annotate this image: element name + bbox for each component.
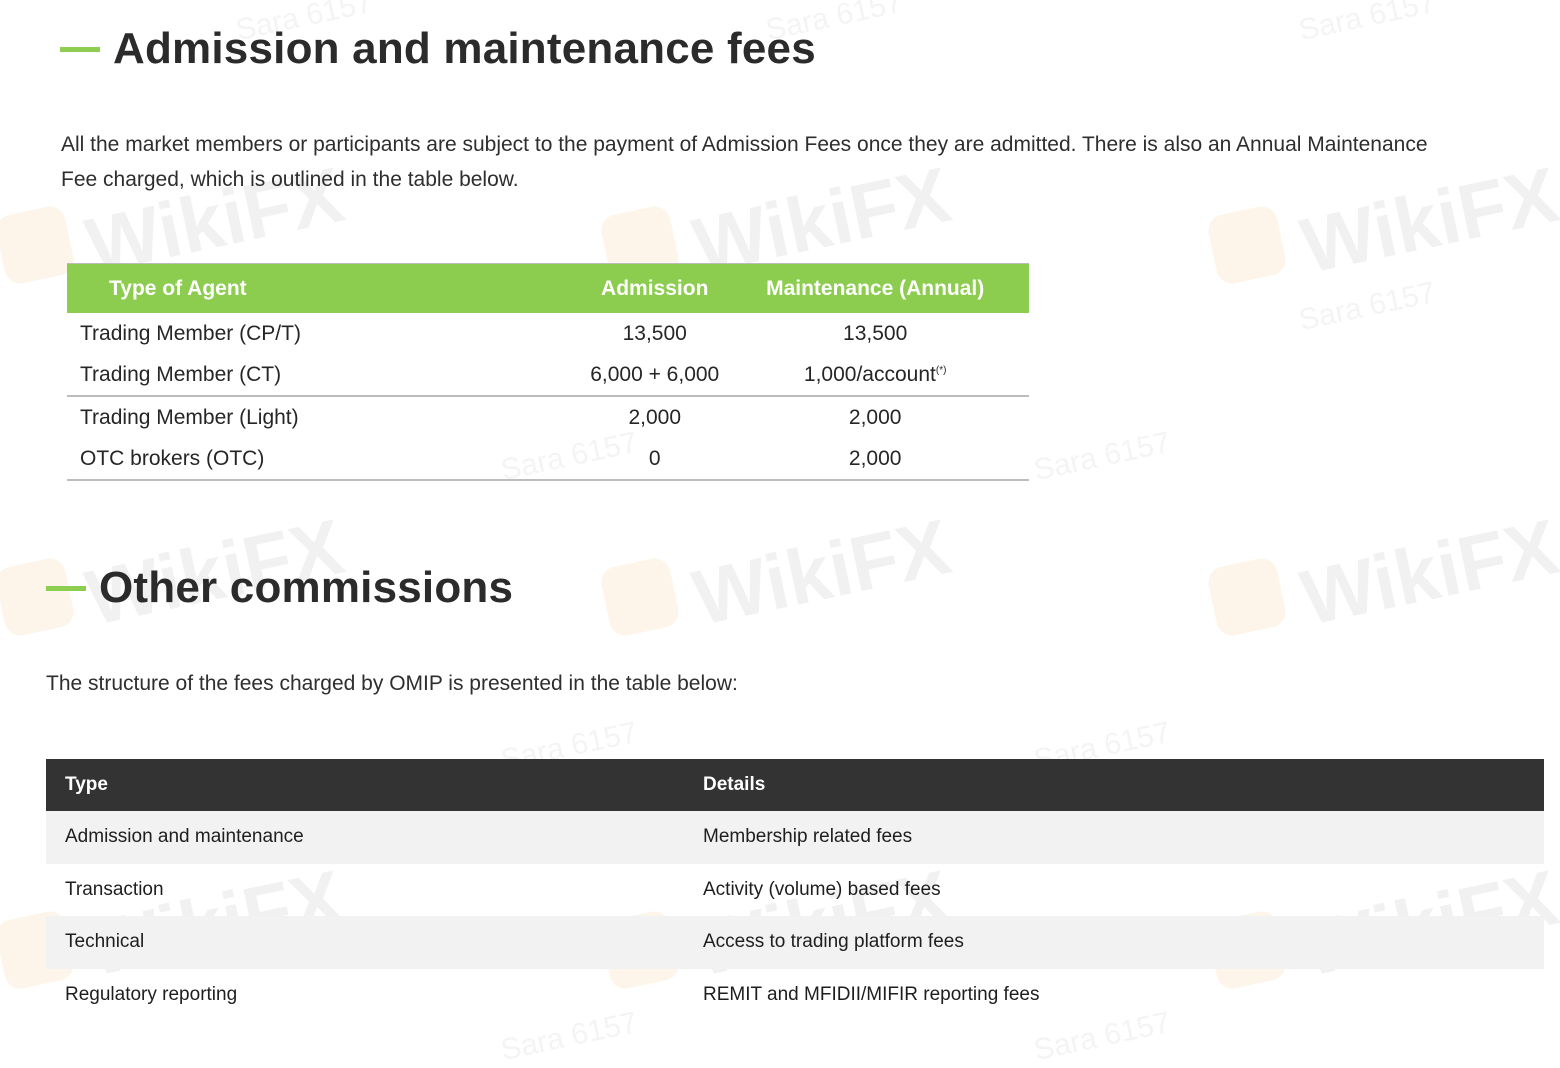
watermark-logo-icon (1205, 203, 1289, 287)
admission-section-title: Admission and maintenance fees (113, 24, 816, 73)
watermark: WikiFX (685, 502, 958, 643)
table-header-row: Type of Agent Admission Maintenance (Ann… (67, 263, 1029, 313)
column-header: Maintenance (Annual) (721, 263, 1029, 313)
watermark-logo-icon (598, 555, 682, 639)
table-cell: 13,500 (622, 321, 687, 345)
admission-fees-table: Type of Agent Admission Maintenance (Ann… (67, 263, 1029, 481)
admission-section-heading: Admission and maintenance fees (60, 24, 816, 74)
table-cell: Technical (46, 916, 684, 969)
table-cell: 6,000 + 6,000 (588, 354, 722, 397)
table-header-row: Type Details (46, 759, 1544, 811)
table-cell: OTC brokers (OTC) (67, 438, 589, 481)
table-cell: Trading Member (CT) (67, 354, 589, 397)
table-row: Trading Member (Light) 2,000 2,000 (67, 396, 1029, 438)
admission-paragraph-line: All the market members or participants a… (61, 133, 1428, 156)
commissions-table: Type Details Admission and maintenance M… (46, 759, 1544, 1021)
table-row: Trading Member (CT) 6,000 + 6,000 1,000/… (67, 354, 1029, 397)
admission-paragraph-line: Fee charged, which is outlined in the ta… (61, 168, 519, 191)
table-cell: 0 (588, 438, 722, 481)
watermark-user: Sara 6157 (1295, 275, 1439, 338)
watermark-logo-icon (0, 203, 77, 287)
table-cell: Admission and maintenance (46, 811, 684, 864)
table-row: Technical Access to trading platform fee… (46, 916, 1544, 969)
commissions-section-heading: Other commissions (46, 563, 513, 613)
table-row: Trading Member (CP/T) 13,500 13,500 (67, 313, 1029, 354)
table-row: Transaction Activity (volume) based fees (46, 864, 1544, 917)
table-row: Admission and maintenance Membership rel… (46, 811, 1544, 864)
table-cell: 2,000 (721, 438, 1029, 481)
table-cell: 1,000/account(*) (721, 354, 1029, 397)
table-cell-value: 1,000/account (803, 362, 936, 386)
footnote-mark: (*) (935, 364, 947, 376)
table-cell: REMIT and MFIDII/MIFIR reporting fees (703, 983, 1040, 1005)
watermark-user: Sara 6157 (1295, 0, 1439, 48)
table-cell: Activity (volume) based fees (703, 878, 941, 900)
column-header: Details (684, 759, 1544, 811)
table-cell: Regulatory reporting (65, 983, 238, 1005)
table-row: OTC brokers (OTC) 0 2,000 (67, 438, 1029, 481)
table-cell: 2,000 (628, 405, 682, 429)
commissions-paragraph: The structure of the fees charged by OMI… (46, 672, 738, 695)
heading-accent-bar (46, 585, 86, 591)
watermark-user: Sara 6157 (1030, 425, 1174, 488)
table-cell: Trading Member (Light) (80, 405, 299, 429)
table-row: Regulatory reporting REMIT and MFIDII/MI… (46, 969, 1544, 1022)
commissions-section-title: Other commissions (99, 563, 514, 612)
heading-accent-bar (60, 46, 100, 52)
table-cell: 2,000 (848, 405, 902, 429)
table-cell: 13,500 (843, 321, 908, 345)
table-cell: Access to trading platform fees (684, 916, 1544, 969)
admission-paragraph: All the market members or participants a… (61, 127, 1531, 197)
column-header: Type of Agent (67, 263, 589, 313)
table-cell: Membership related fees (684, 811, 1544, 864)
column-header: Type (46, 759, 684, 811)
table-cell: Transaction (65, 878, 164, 900)
watermark: WikiFX (1293, 502, 1560, 643)
column-header: Admission (588, 263, 722, 313)
watermark-logo-icon (1205, 555, 1289, 639)
table-cell: Trading Member (CP/T) (80, 321, 301, 345)
